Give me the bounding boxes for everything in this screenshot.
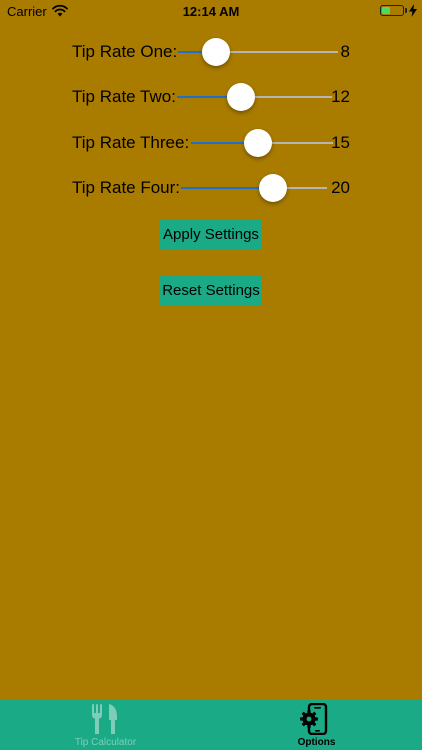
status-bar: Carrier 12:14 AM [0,0,422,22]
fork-knife-icon [92,704,117,734]
tab-label: Options [297,737,336,748]
charging-bolt-icon [409,4,417,17]
slider-label: Tip Rate Two: [72,87,176,106]
slider-value: 8 [340,42,350,61]
slider-row-tip-rate-three: Tip Rate Three: 15 [0,126,422,160]
tab-label: Tip Calculator [74,737,137,748]
slider-row-tip-rate-two: Tip Rate Two: 12 [0,80,422,114]
slider-row-tip-rate-one: Tip Rate One: 8 [0,35,422,69]
slider-value: 15 [331,133,350,152]
apply-settings-button[interactable]: Apply Settings [160,219,262,250]
slider-value: 20 [331,178,350,197]
slider-label: Tip Rate One: [72,42,178,61]
clock: 12:14 AM [182,4,240,19]
slider-value: 12 [331,87,350,106]
slider-thumb[interactable] [202,38,231,66]
slider-label: Tip Rate Three: [72,133,190,152]
slider-row-tip-rate-four: Tip Rate Four: 20 [0,171,422,205]
slider-thumb[interactable] [226,83,255,111]
tab-bar: Tip Calculator Options [0,700,422,750]
slider-thumb[interactable] [243,129,272,157]
battery-level [382,7,390,14]
tab-tip-calculator[interactable]: Tip Calculator [0,700,211,750]
battery-icon [380,5,404,16]
phone-gear-icon [300,703,328,735]
slider-thumb[interactable] [258,174,287,202]
tab-options[interactable]: Options [211,700,422,750]
reset-settings-button[interactable]: Reset Settings [160,275,262,306]
slider-label: Tip Rate Four: [72,178,181,197]
slider-track[interactable] [181,187,327,189]
battery-tip [405,8,407,13]
